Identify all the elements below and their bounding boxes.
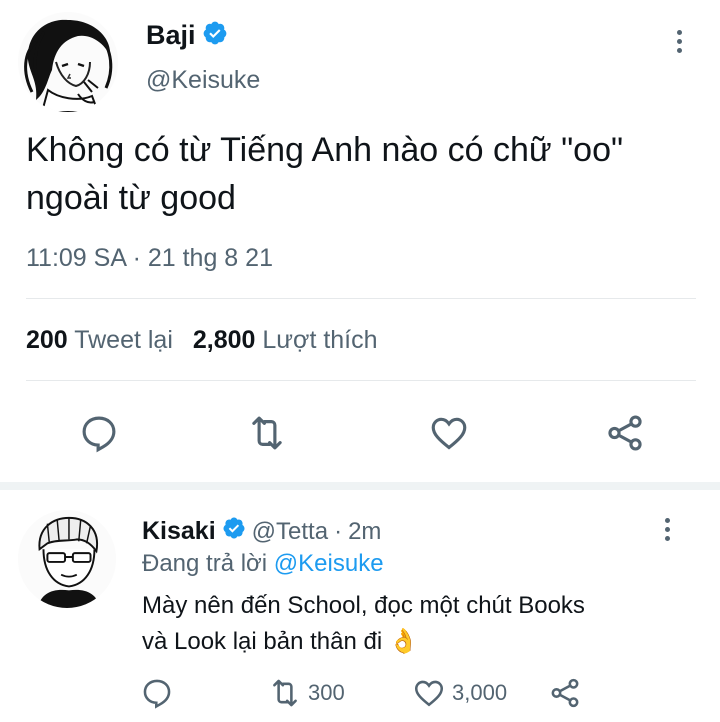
author-row: Baji [146,20,228,51]
reply-action-like[interactable]: 3,000 [412,676,507,710]
share-icon[interactable] [604,412,646,454]
section-divider [0,482,720,490]
retweet-count: 200 [26,326,68,354]
ok-hand-emoji: 👌 [388,628,419,655]
author-name[interactable]: Baji [146,20,196,51]
timestamp[interactable]: 11:09 SA · 21 thg 8 21 [26,244,273,273]
verified-badge-icon [222,516,246,547]
retweet-icon[interactable] [246,412,288,454]
more-vertical-icon[interactable] [660,518,674,546]
reply-time-ago: 2m [348,517,382,545]
reply-text-line-2: và Look lại bản thân đi 👌 [142,624,702,660]
like-label: Lượt thích [262,326,378,354]
reply-bubble-icon [143,679,171,709]
replying-to-link[interactable]: @Keisuke [274,550,384,577]
main-tweet: Baji @Keisuke Không có từ Tiếng Anh nào … [0,0,720,480]
reply-text: Mày nên đến School, đọc một chút Books v… [142,588,702,660]
reply-author-name[interactable]: Kisaki [142,517,216,546]
reply-author-row: Kisaki @Tetta · 2m [142,516,381,547]
replying-to: Đang trả lời @Keisuke [142,550,384,578]
tweet-text: Không có từ Tiếng Anh nào có chữ "oo" ng… [26,126,706,222]
tweet-text-line-2: ngoài từ good [26,179,236,217]
engagement-stats: 200 Tweet lại 2,800 Lượt thích [26,326,378,355]
reply-action-reply[interactable] [140,676,174,710]
reply-like-count: 3,000 [452,680,508,705]
heart-icon [414,680,444,707]
reply-avatar[interactable] [18,510,116,608]
divider [26,298,696,299]
divider [26,380,696,381]
reply-text-line-1: Mày nên đến School, đọc một chút Books [142,592,585,619]
tweet-time: 11:09 SA [26,244,126,272]
reply-avatar-illustration [18,510,116,608]
reply-action-share[interactable] [548,676,582,710]
retweet-stat[interactable]: 200 Tweet lại [26,326,173,355]
heart-icon[interactable] [428,412,470,454]
tweet-date: 21 thg 8 21 [147,244,273,272]
retweet-icon [273,679,297,707]
avatar-illustration [18,12,118,112]
reply-bubble-icon[interactable] [78,412,120,454]
replying-prefix: Đang trả lời [142,550,268,577]
reply-author-handle[interactable]: @Tetta [252,518,328,546]
verified-badge-icon [202,20,228,51]
separator: · [132,244,141,272]
retweet-label: Tweet lại [74,326,173,354]
reply-tweet[interactable]: Kisaki @Tetta · 2m Đang trả lời @Keisuke… [0,490,720,722]
more-vertical-icon[interactable] [672,30,686,58]
reply-retweet-count: 300 [308,680,345,705]
tweet-text-line-1: Không có từ Tiếng Anh nào có chữ "oo" [26,131,624,169]
like-count: 2,800 [192,326,256,354]
share-icon [551,678,579,708]
reply-action-retweet[interactable]: 300 [268,676,345,710]
avatar[interactable] [18,12,118,112]
author-handle[interactable]: @Keisuke [146,66,260,95]
separator: · [334,517,343,545]
like-stat[interactable]: 2,800 Lượt thích [193,326,378,355]
reply-text-line-2-words: và Look lại bản thân đi [142,628,383,655]
